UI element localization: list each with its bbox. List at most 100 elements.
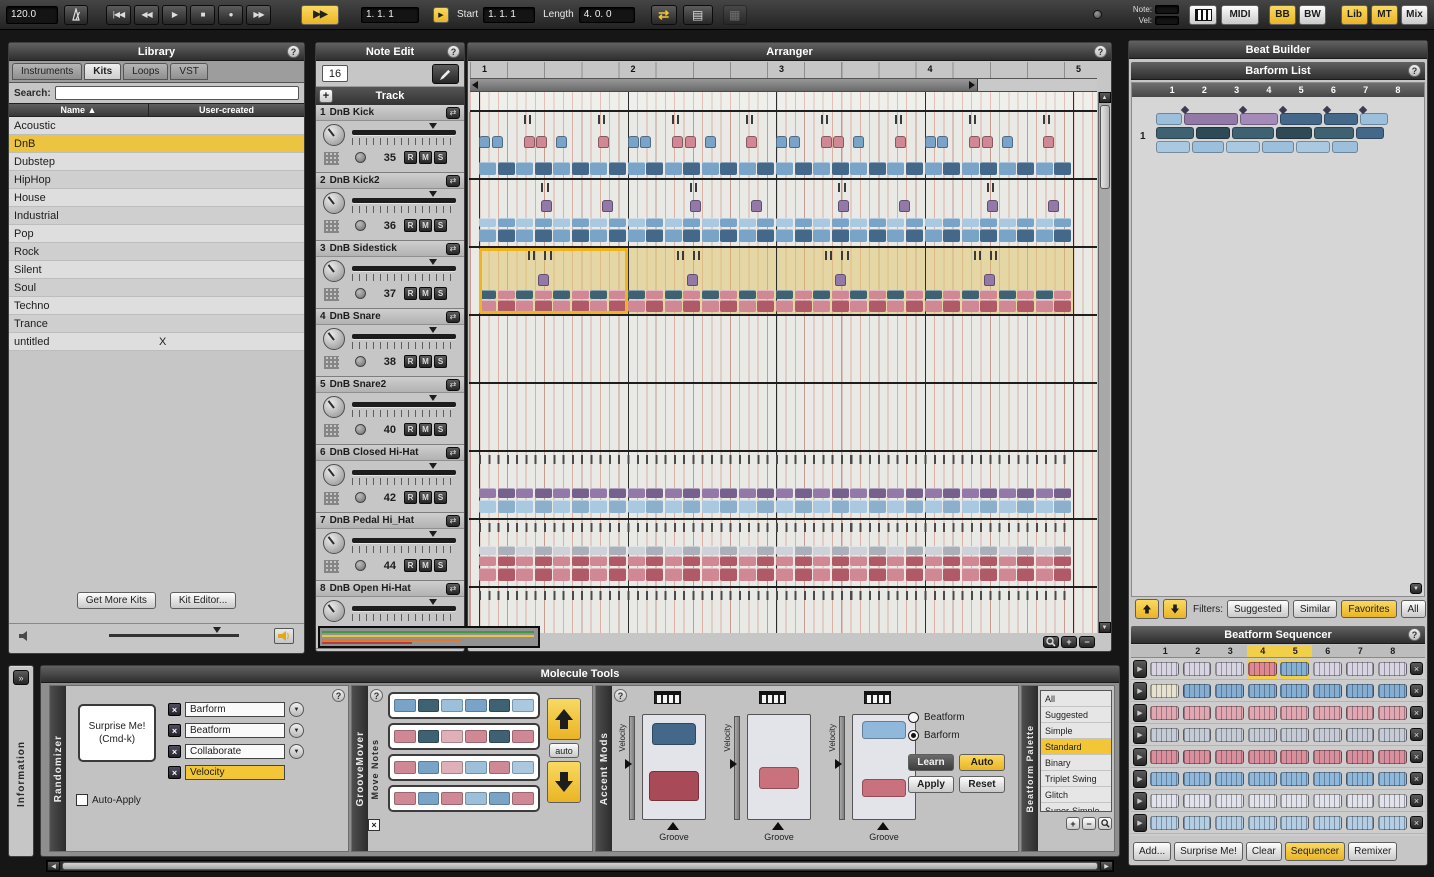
groove-pattern-row[interactable]: [388, 785, 540, 812]
velocity-slider[interactable]: [352, 198, 456, 203]
record-button[interactable]: ●: [218, 5, 243, 25]
move-up-button[interactable]: [1135, 599, 1159, 619]
tempo-display[interactable]: 120.0: [6, 6, 58, 24]
velocity-slider[interactable]: [352, 606, 456, 611]
add-button[interactable]: Add...: [1133, 842, 1171, 861]
beatform-cell[interactable]: [1345, 659, 1376, 679]
beatform-cell[interactable]: [1280, 769, 1311, 789]
beatform-cell[interactable]: [1149, 725, 1180, 745]
track-m-button[interactable]: M: [419, 151, 432, 164]
help-icon[interactable]: ?: [1094, 45, 1107, 58]
swap-icon[interactable]: ⇄: [446, 175, 460, 187]
track-r-button[interactable]: R: [404, 423, 417, 436]
row-arrow-icon[interactable]: ▶: [1133, 660, 1147, 678]
track-s-button[interactable]: S: [434, 355, 447, 368]
tab-vst[interactable]: VST: [170, 63, 207, 80]
mode-button-lib[interactable]: Lib: [1341, 5, 1368, 25]
randomizer-field-beatform[interactable]: Beatform: [185, 723, 285, 738]
slider-handle[interactable]: [429, 123, 437, 129]
exclude-toggle-icon[interactable]: ×: [168, 703, 181, 716]
selected-region[interactable]: [479, 248, 628, 314]
pan-knob[interactable]: [323, 600, 345, 622]
row-clear-icon[interactable]: ×: [1410, 772, 1423, 785]
chevron-down-icon[interactable]: ▼: [289, 702, 304, 717]
information-label[interactable]: Information: [9, 696, 33, 852]
track-s-button[interactable]: S: [434, 151, 447, 164]
beatform-cell[interactable]: [1149, 791, 1180, 811]
track-s-button[interactable]: S: [434, 559, 447, 572]
filter-suggested-button[interactable]: Suggested: [1227, 600, 1289, 618]
slider-handle[interactable]: [429, 463, 437, 469]
beatform-cell[interactable]: [1377, 703, 1408, 723]
arranger-track-lane[interactable]: [470, 248, 1097, 316]
beatform-cell[interactable]: [1247, 769, 1278, 789]
beatform-cell[interactable]: [1149, 681, 1180, 701]
tab-instruments[interactable]: Instruments: [12, 63, 82, 80]
kit-editor-button[interactable]: Kit Editor...: [170, 592, 236, 609]
palette-item-simple[interactable]: Simple: [1041, 723, 1111, 739]
mode-button-bw[interactable]: BW: [1299, 5, 1326, 25]
scroll-left-icon[interactable]: ◀: [47, 861, 60, 871]
row-arrow-icon[interactable]: ▶: [1133, 770, 1147, 788]
row-arrow-icon[interactable]: ▶: [1133, 792, 1147, 810]
slider-handle[interactable]: [429, 531, 437, 537]
groove-pattern-row[interactable]: [388, 723, 540, 750]
metronome-icon[interactable]: [64, 5, 88, 25]
sequencer-button[interactable]: Sequencer: [1285, 842, 1345, 861]
beatform-cell[interactable]: [1214, 791, 1245, 811]
move-down-button[interactable]: [1163, 599, 1187, 619]
beatform-cell[interactable]: [1345, 813, 1376, 833]
beatform-cell[interactable]: [1214, 769, 1245, 789]
beatform-cell[interactable]: [1312, 747, 1343, 767]
slider-handle[interactable]: [429, 191, 437, 197]
velocity-slider[interactable]: [352, 402, 456, 407]
pan-scrollbar[interactable]: [470, 79, 1097, 92]
palette-item-standard[interactable]: Standard: [1041, 739, 1111, 755]
row-clear-icon[interactable]: ×: [1410, 684, 1423, 697]
slider-handle[interactable]: [429, 599, 437, 605]
pan-knob[interactable]: [323, 328, 345, 350]
beatform-cell[interactable]: [1280, 681, 1311, 701]
radio-barform[interactable]: Barform: [908, 726, 1010, 744]
play-button[interactable]: ▶: [162, 5, 187, 25]
track-r-button[interactable]: R: [404, 559, 417, 572]
track-r-button[interactable]: R: [404, 151, 417, 164]
beatform-cell[interactable]: [1280, 703, 1311, 723]
pan-knob[interactable]: [323, 260, 345, 282]
mode-button-mix[interactable]: Mix: [1401, 5, 1428, 25]
beatform-cell[interactable]: [1377, 659, 1408, 679]
arranger-track-lane[interactable]: [470, 180, 1097, 248]
beatform-cell[interactable]: [1345, 725, 1376, 745]
surprise-me-button[interactable]: Surprise Me! (Cmd-k): [78, 704, 156, 762]
library-row[interactable]: Pop: [9, 225, 304, 243]
note-value-field[interactable]: [1155, 5, 1179, 14]
mode-button-mt[interactable]: MT: [1371, 5, 1398, 25]
slider-handle[interactable]: [429, 395, 437, 401]
grid-resolution-field[interactable]: 16: [322, 65, 348, 82]
pan-knob[interactable]: [323, 532, 345, 554]
track-m-button[interactable]: M: [419, 287, 432, 300]
row-arrow-icon[interactable]: ▶: [1133, 748, 1147, 766]
beatform-cell[interactable]: [1312, 681, 1343, 701]
arranger-track-lane[interactable]: [470, 588, 1097, 633]
beatform-cell[interactable]: [1280, 813, 1311, 833]
randomizer-field-barform[interactable]: Barform: [185, 702, 285, 717]
beatform-cell[interactable]: [1247, 681, 1278, 701]
randomizer-field-collaborate[interactable]: Collaborate: [185, 744, 285, 759]
library-row[interactable]: Trance: [9, 315, 304, 333]
row-arrow-icon[interactable]: ▶: [1133, 726, 1147, 744]
exclude-toggle-icon[interactable]: ×: [168, 766, 181, 779]
library-row[interactable]: untitledX: [9, 333, 304, 351]
beatform-cell[interactable]: [1149, 813, 1180, 833]
vertical-scrollbar[interactable]: ▲ ▼: [1098, 92, 1110, 633]
velocity-slider[interactable]: [352, 266, 456, 271]
library-row[interactable]: Silent: [9, 261, 304, 279]
move-notes-up-button[interactable]: [547, 698, 581, 740]
row-clear-icon[interactable]: ×: [1410, 816, 1423, 829]
search-input[interactable]: [55, 86, 299, 100]
track-m-button[interactable]: M: [419, 559, 432, 572]
beatform-cell[interactable]: [1280, 747, 1311, 767]
beatform-cell[interactable]: [1182, 659, 1213, 679]
track-s-button[interactable]: S: [434, 287, 447, 300]
column-name[interactable]: Name ▲: [9, 104, 149, 116]
